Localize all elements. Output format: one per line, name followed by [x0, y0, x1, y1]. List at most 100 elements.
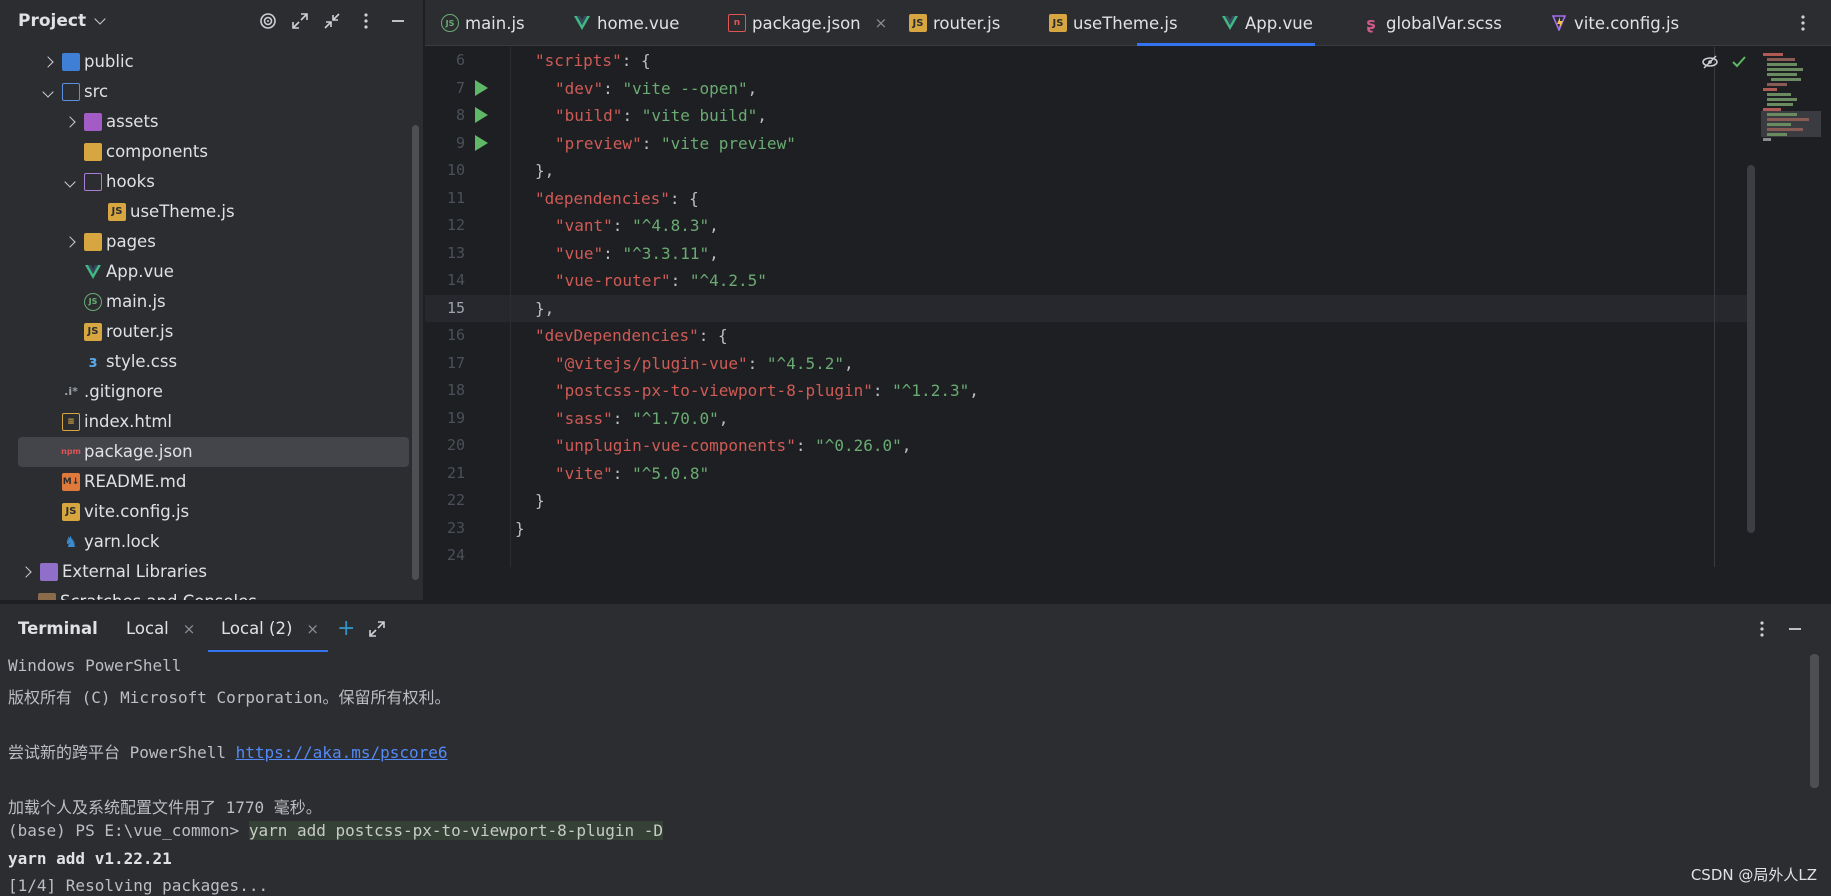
tree-item-package-json[interactable]: npm package.json [38, 437, 193, 466]
tree-item-label: pages [106, 232, 156, 251]
code-punctuation: : [612, 408, 633, 428]
code-line: } [535, 491, 545, 510]
new-terminal-tab-button[interactable]: + [337, 604, 355, 653]
expand-all-icon[interactable] [290, 11, 310, 31]
chevron-right-icon[interactable] [64, 235, 76, 248]
terminal-tab-local-2[interactable]: Local (2) × [221, 604, 319, 653]
line-number: 17 [446, 353, 465, 372]
tree-item-yarn-lock[interactable]: ♞ yarn.lock [38, 527, 159, 556]
no-problems-check-icon[interactable] [1729, 52, 1749, 72]
tree-item-public[interactable]: public [38, 47, 134, 76]
tree-item-index-html[interactable]: ≡ index.html [38, 407, 172, 436]
run-script-icon[interactable] [475, 135, 488, 151]
code-punctuation: , [718, 408, 729, 428]
code-punctuation: : [622, 106, 642, 125]
tree-item-label: App.vue [106, 262, 174, 281]
terminal-tab-local[interactable]: Local × [126, 604, 195, 653]
tree-item-label: src [84, 82, 109, 101]
more-tabs-icon[interactable] [1793, 13, 1813, 33]
tree-item-vite-config-js[interactable]: JS vite.config.js [38, 497, 189, 526]
json-key: "dependencies" [535, 188, 670, 208]
code-line: "postcss-px-to-viewport-8-plugin": "^1.2… [555, 381, 979, 400]
json-key: "dev" [555, 78, 604, 98]
code-punctuation: : [872, 381, 893, 400]
reader-mode-icon[interactable] [1700, 52, 1720, 72]
line-number: 14 [446, 271, 465, 289]
terminal-output[interactable]: Windows PowerShell 版权所有 (C) Microsoft Co… [0, 652, 1831, 896]
tree-item-label: hooks [106, 172, 155, 191]
run-script-icon[interactable] [475, 80, 488, 96]
tree-item-label: assets [106, 112, 159, 131]
line-number: 6 [455, 51, 465, 69]
json-key: "sass" [555, 408, 613, 428]
code-punctuation: : [612, 463, 633, 483]
close-tab-icon[interactable]: × [306, 620, 319, 638]
line-number: 8 [455, 106, 465, 124]
tab-home-vue[interactable]: home.vue [573, 0, 679, 46]
terminal-title[interactable]: Terminal [18, 604, 98, 653]
close-tab-icon[interactable]: × [875, 14, 888, 32]
project-title[interactable]: Project [18, 11, 86, 31]
yarn-file-icon: ♞ [64, 532, 78, 551]
json-string-value: "^4.2.5" [689, 271, 767, 290]
minimize-icon[interactable] [388, 11, 408, 31]
collapse-all-icon[interactable] [322, 11, 342, 31]
editor-scrollbar[interactable] [1747, 165, 1755, 533]
terminal-link[interactable]: https://aka.ms/pscore6 [236, 743, 448, 762]
minimize-terminal-icon[interactable] [1785, 619, 1805, 639]
tab-vite-config-js[interactable]: vite.config.js [1550, 0, 1679, 46]
js-file-icon: JS [108, 202, 126, 221]
code-punctuation: : [612, 216, 633, 235]
chevron-down-icon[interactable] [42, 85, 54, 98]
tree-item-label: router.js [106, 322, 174, 341]
tree-item-label: External Libraries [62, 562, 207, 581]
expand-terminal-icon[interactable] [367, 619, 387, 639]
run-script-icon[interactable] [475, 107, 488, 123]
tree-item-main-js[interactable]: JS main.js [60, 287, 166, 316]
tab-main-js[interactable]: JS main.js [441, 0, 525, 46]
code-editor[interactable]: 6 7 8 9 10 11 12 13 14 15 16 17 18 19 20 21 22 23 24 "scri… [425, 47, 1831, 600]
chevron-right-icon[interactable] [42, 55, 54, 68]
terminal-scrollbar[interactable] [1810, 654, 1819, 788]
tree-item-hooks[interactable]: hooks [60, 167, 155, 196]
json-string-value: "vite --open" [622, 78, 748, 98]
node-file-icon: JS [84, 292, 102, 311]
tree-item-pages[interactable]: pages [60, 227, 156, 256]
json-string-value: "vite build" [641, 106, 758, 125]
locate-target-icon[interactable] [258, 11, 278, 31]
tree-item-style-css[interactable]: ɜ style.css [60, 347, 177, 376]
tab-usetheme-js[interactable]: JS useTheme.js [1049, 0, 1178, 46]
tab-app-vue[interactable]: App.vue [1221, 0, 1313, 46]
tab-globalvar-scss[interactable]: ʂ globalVar.scss [1362, 0, 1502, 46]
more-options-icon[interactable] [356, 11, 376, 31]
tree-item-readme-md[interactable]: M↓ README.md [38, 467, 186, 496]
line-number: 9 [455, 133, 465, 152]
code-line: "vite": "^5.0.8" [555, 464, 709, 483]
tree-item-gitignore[interactable]: .i* .gitignore [38, 377, 163, 406]
tree-item-app-vue[interactable]: App.vue [60, 257, 174, 286]
terminal-options-icon[interactable] [1752, 619, 1772, 639]
tree-item-src[interactable]: src [38, 77, 108, 106]
project-scrollbar[interactable] [412, 125, 419, 580]
active-tab-indicator [1137, 43, 1315, 46]
close-tab-icon[interactable]: × [183, 620, 196, 638]
tree-item-label: .gitignore [84, 382, 163, 401]
tree-item-external-libraries[interactable]: External Libraries [16, 557, 207, 586]
tree-item-scratches[interactable]: Scratches and Consoles [38, 587, 257, 600]
code-punctuation: : { [669, 188, 699, 208]
chevron-right-icon[interactable] [20, 565, 32, 578]
code-punctuation: : [641, 133, 661, 153]
chevron-right-icon[interactable] [64, 115, 76, 128]
json-key: "unplugin-vue-components" [555, 436, 796, 455]
minimap[interactable] [1761, 51, 1821, 171]
tree-item-components[interactable]: components [60, 137, 208, 166]
tree-item-usetheme-js[interactable]: JS useTheme.js [84, 197, 235, 226]
tab-router-js[interactable]: JS router.js [909, 0, 1000, 46]
tree-item-assets[interactable]: assets [60, 107, 159, 136]
tree-item-router-js[interactable]: JS router.js [60, 317, 173, 346]
chevron-down-icon[interactable] [64, 175, 76, 188]
tab-package-json[interactable]: n package.json × [728, 0, 887, 46]
tab-label: home.vue [597, 13, 680, 33]
json-string-value: "^4.8.3" [632, 216, 710, 235]
chevron-down-icon[interactable] [94, 13, 106, 25]
